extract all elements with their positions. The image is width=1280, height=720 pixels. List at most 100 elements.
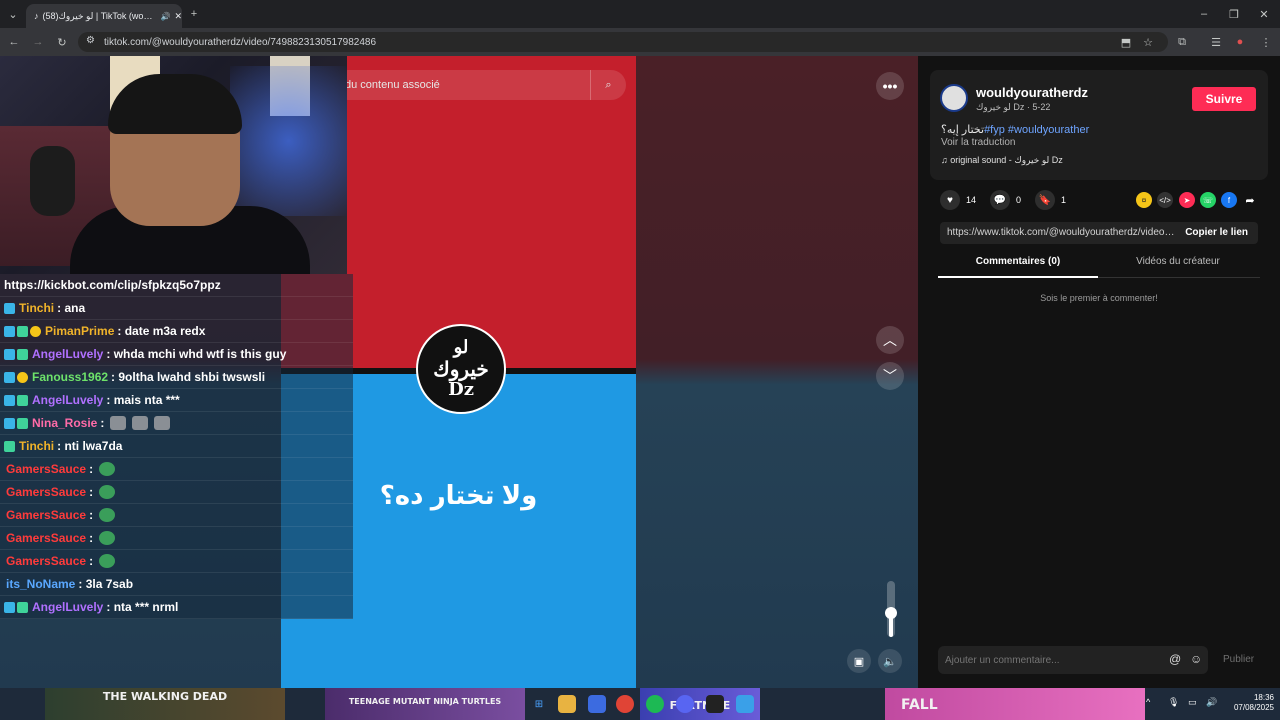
blue-badge-icon [4, 394, 15, 406]
chat-message: its_NoName: 3la 7sab [0, 573, 353, 596]
comment-icon: 💬 [993, 194, 1007, 206]
file-explorer-icon[interactable] [558, 695, 576, 713]
code-icon: </> [1159, 195, 1171, 205]
volume-button[interactable]: 🔈 [878, 649, 902, 673]
display-icon[interactable]: ▭ [1188, 697, 1197, 708]
close-tab-icon[interactable]: ✕ [174, 11, 182, 22]
browser-tab-bar: ⌄ ♪ (58)لو خيروك | TikTok (wouldyourathe… [0, 0, 1280, 28]
system-clock[interactable]: 18:36 07/08/2025 [1224, 693, 1274, 714]
app-icon-2[interactable] [706, 695, 724, 713]
chat-username[interactable]: Tinchi [19, 301, 54, 315]
profile-icon[interactable]: ● [1232, 34, 1248, 50]
wallpaper-walking-dead: THE WALKING DEAD [45, 688, 285, 720]
search-icon[interactable]: ⌕ [590, 70, 626, 100]
chat-username[interactable]: Nina_Rosie [32, 416, 97, 430]
chat-username[interactable]: GamersSauce [6, 485, 86, 499]
search-bar[interactable]: du contenu associé ⌕ [333, 70, 626, 100]
back-icon[interactable]: ← [6, 34, 22, 50]
caption-hashtags[interactable]: #fyp #wouldyourather [984, 124, 1089, 136]
creator-username[interactable]: wouldyouratherdz [976, 85, 1088, 100]
blue-badge-icon [4, 325, 15, 337]
panel-tabs: Commentaires (0) Vidéos du créateur [938, 256, 1260, 278]
follow-button[interactable]: Suivre [1192, 87, 1256, 111]
whatsapp-button[interactable]: ☏ [1200, 192, 1216, 208]
more-options-button[interactable]: ••• [876, 72, 904, 100]
emoji-icon[interactable]: ☺ [1190, 652, 1202, 666]
chat-username[interactable]: AngelLuvely [32, 347, 103, 361]
start-icon[interactable]: ⊞ [530, 695, 548, 713]
sound-link[interactable]: ♫ original sound - لو خيروك Dz [941, 155, 1063, 166]
search-input[interactable]: du contenu associé [345, 79, 440, 91]
restore-icon[interactable]: ❐ [1226, 6, 1242, 22]
like-button[interactable]: ♥ [940, 190, 960, 210]
microphone-icon[interactable]: 🎙 [1168, 697, 1179, 708]
save-button[interactable]: 🔖 [1035, 190, 1056, 210]
chat-username[interactable]: AngelLuvely [32, 393, 103, 407]
browser-tab-tiktok[interactable]: ♪ (58)لو خيروك | TikTok (wouldyouratherd… [26, 4, 182, 28]
send-icon: ➤ [1183, 195, 1191, 205]
chat-username[interactable]: Tinchi [19, 439, 54, 453]
volume-slider[interactable] [885, 581, 897, 637]
volume-icon[interactable]: 🔊 [1206, 697, 1217, 708]
like-count: 14 [966, 195, 977, 205]
chat-username[interactable]: GamersSauce [6, 462, 86, 476]
share-reward-button[interactable]: ¤ [1136, 192, 1152, 208]
tab-title: (58)لو خيروك | TikTok (wouldyouratherdz) [42, 10, 157, 21]
coin-icon: ¤ [1141, 195, 1147, 205]
floating-player-button[interactable]: ▣ [847, 649, 871, 673]
bookmark-star-icon[interactable]: ☆ [1140, 34, 1156, 50]
reload-icon[interactable]: ↻ [54, 34, 70, 50]
forward-icon[interactable]: → [30, 34, 46, 50]
chat-username[interactable]: GamersSauce [6, 531, 86, 545]
url-field[interactable]: ⚙ tiktok.com/@wouldyouratherdz/video/749… [78, 32, 1168, 52]
publish-button[interactable]: Publier [1223, 654, 1254, 665]
new-tab-icon[interactable]: + [186, 6, 202, 22]
chat-username[interactable]: PimanPrime [45, 324, 114, 338]
tab-comments[interactable]: Commentaires (0) [938, 256, 1098, 278]
close-window-icon[interactable]: ✕ [1256, 6, 1272, 22]
copy-link-button[interactable]: Copier le lien [1185, 227, 1248, 238]
previous-video-button[interactable]: ︿ [876, 326, 904, 354]
embed-button[interactable]: </> [1157, 192, 1173, 208]
mention-icon[interactable]: @ [1169, 652, 1181, 666]
tab-list-icon[interactable]: ⌄ [5, 6, 21, 22]
discord-icon[interactable] [676, 695, 694, 713]
whatsapp-icon: ☏ [1202, 195, 1213, 205]
chevron-up-icon[interactable]: ^ [1146, 697, 1150, 707]
chat-message: AngelLuvely: mais nta *** [0, 389, 353, 412]
bookmark-icon: 🔖 [1038, 194, 1052, 206]
volume-handle[interactable] [885, 607, 897, 619]
more-share-button[interactable]: ➦ [1242, 192, 1258, 208]
chat-username[interactable]: its_NoName [6, 577, 75, 591]
next-video-button[interactable]: ﹀ [876, 362, 904, 390]
reading-list-icon[interactable]: ☰ [1208, 34, 1224, 50]
minimize-icon[interactable]: – [1196, 6, 1212, 22]
chrome-icon[interactable] [616, 695, 634, 713]
cat-emote-icon [110, 416, 127, 430]
comment-button[interactable]: 💬 [990, 190, 1011, 210]
speaker-icon[interactable]: 🔊 [160, 12, 170, 21]
avatar[interactable] [940, 84, 968, 112]
site-info-icon[interactable]: ⚙ [86, 35, 95, 46]
app-icon[interactable] [588, 695, 606, 713]
chat-username[interactable]: GamersSauce [6, 508, 86, 522]
send-button[interactable]: ➤ [1179, 192, 1195, 208]
sound-label: original sound - لو خيروك Dz [950, 155, 1063, 165]
app-icon-3[interactable] [736, 695, 754, 713]
chat-username[interactable]: GamersSauce [6, 554, 86, 568]
share-link-text[interactable]: https://www.tiktok.com/@wouldyouratherdz… [947, 227, 1177, 238]
channel-logo: لو خيروك Dz [416, 324, 506, 414]
chat-username[interactable]: AngelLuvely [32, 600, 103, 614]
comment-input[interactable] [938, 646, 1208, 674]
facebook-button[interactable]: f [1221, 192, 1237, 208]
chat-message: Nina_Rosie: [0, 412, 353, 435]
chat-username[interactable]: Fanouss1962 [32, 370, 108, 384]
chat-text: : [89, 531, 94, 545]
install-app-icon[interactable]: ⬒ [1118, 34, 1134, 50]
extensions-icon[interactable]: ⧉ [1174, 34, 1190, 50]
video-area-background: لو خيروك Dz ولا تختار ده؟ du contenu ass… [0, 56, 918, 688]
spotify-icon[interactable] [646, 695, 664, 713]
menu-icon[interactable]: ⋮ [1258, 34, 1274, 50]
tab-creator-videos[interactable]: Vidéos du créateur [1098, 256, 1258, 267]
see-translation-link[interactable]: Voir la traduction [941, 137, 1016, 148]
